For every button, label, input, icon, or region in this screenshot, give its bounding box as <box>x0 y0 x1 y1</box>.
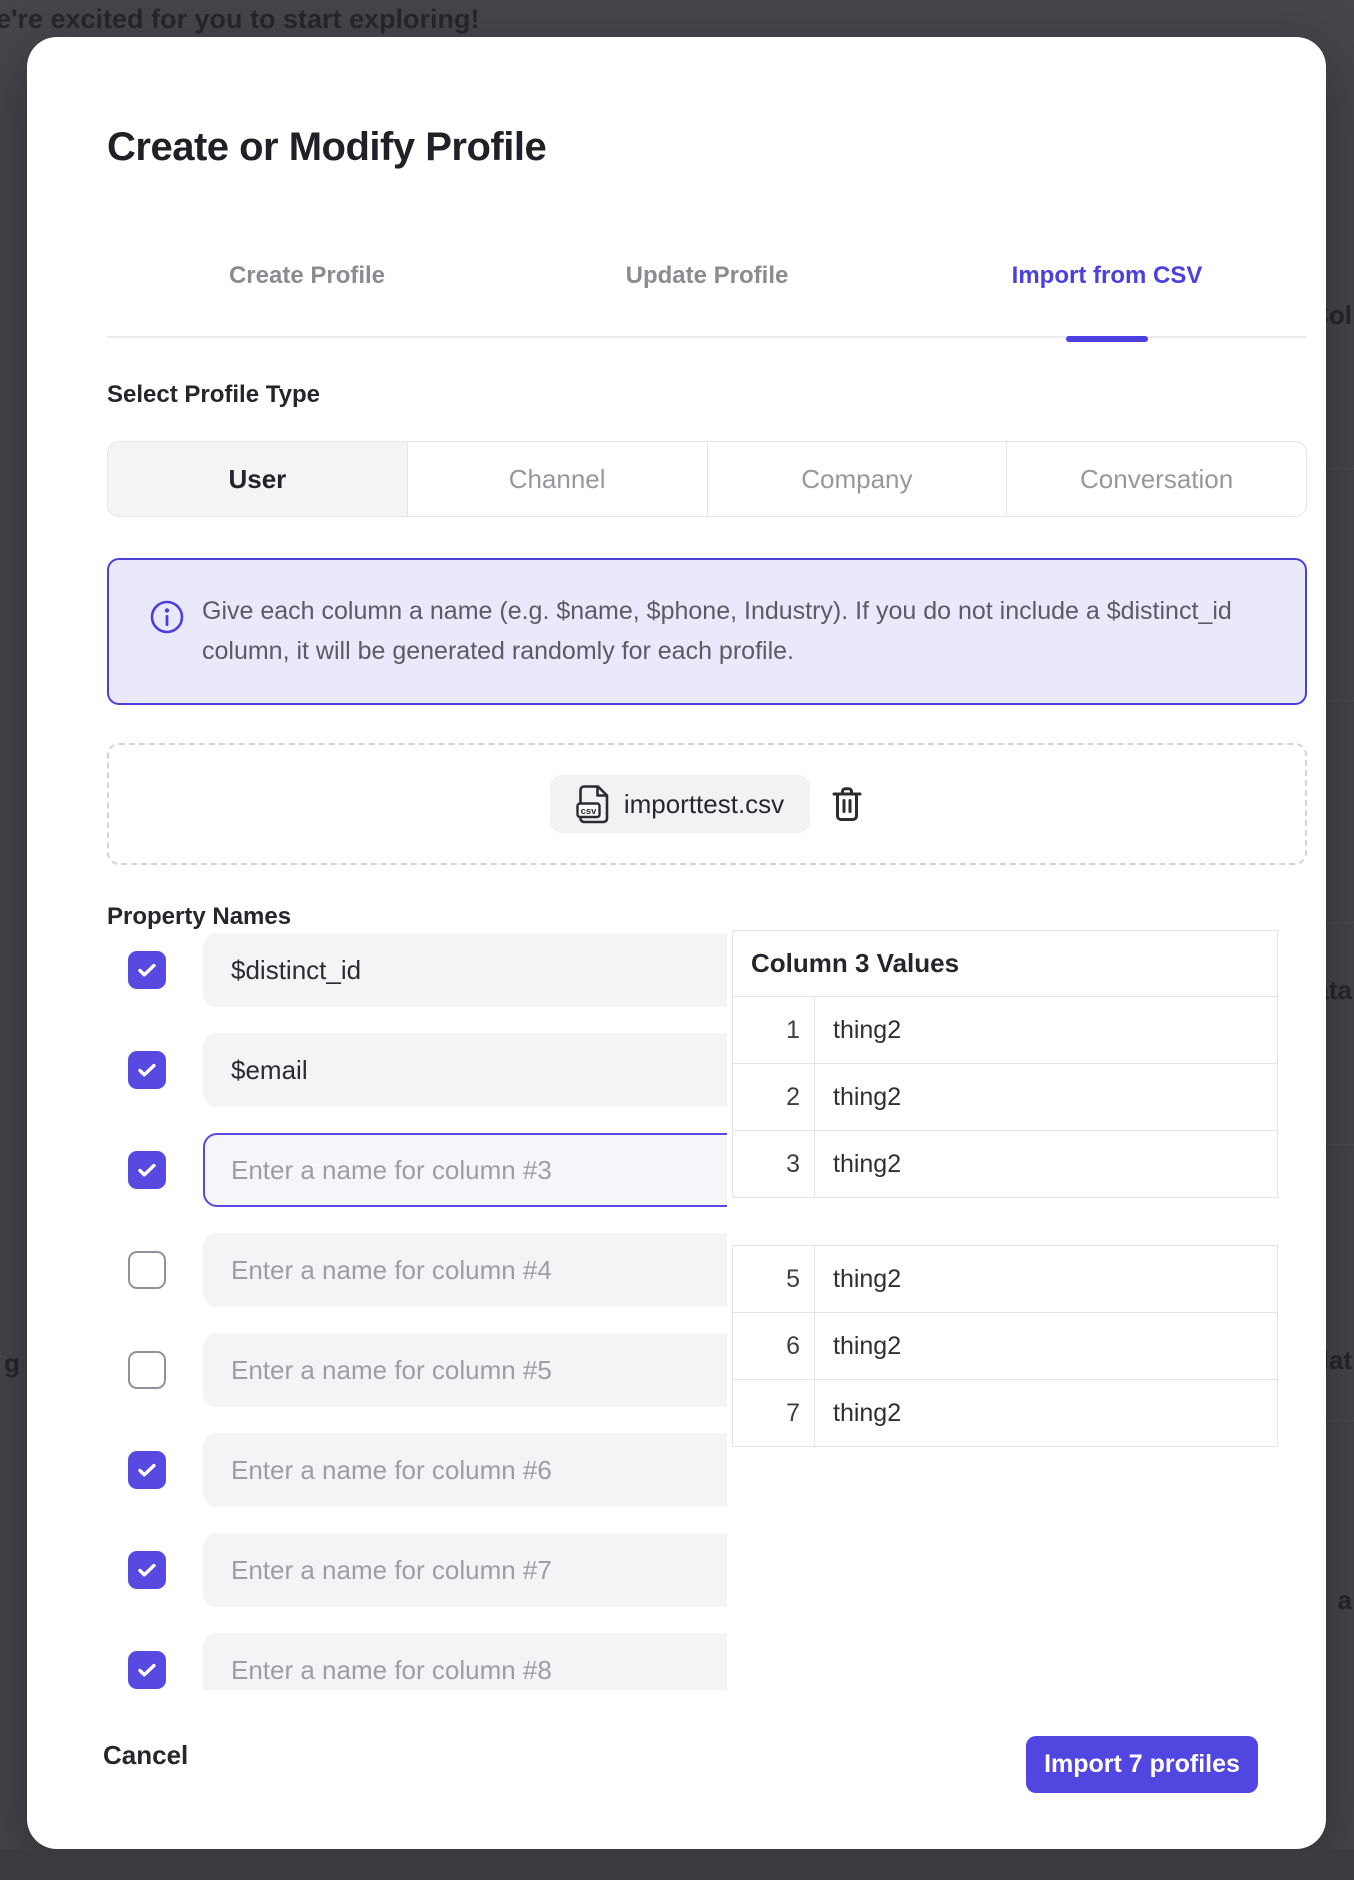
delete-file-button[interactable] <box>832 786 864 822</box>
tab-create-profile[interactable]: Create Profile <box>107 262 507 290</box>
property-name-input-6[interactable] <box>203 1433 727 1507</box>
property-checkbox-6[interactable] <box>128 1451 166 1489</box>
create-or-modify-profile-modal: Create or Modify Profile Create ProfileU… <box>27 37 1326 1849</box>
value-row-value: thing2 <box>815 1313 1278 1380</box>
column-values-header: Column 3 Values <box>733 931 1278 997</box>
value-row-3: 3thing2 <box>733 1131 1278 1198</box>
property-name-input-7[interactable] <box>203 1533 727 1607</box>
property-checkbox-3[interactable] <box>128 1151 166 1189</box>
info-banner: Give each column a name (e.g. $name, $ph… <box>107 558 1307 705</box>
value-row-6: 6thing2 <box>733 1313 1278 1380</box>
profile-type-conversation[interactable]: Conversation <box>1006 442 1306 516</box>
tab-import-from-csv[interactable]: Import from CSV <box>907 262 1307 290</box>
property-name-input-3[interactable] <box>203 1133 727 1207</box>
tab-update-profile[interactable]: Update Profile <box>507 262 907 290</box>
profile-type-segmented-control: UserChannelCompanyConversation <box>107 441 1307 517</box>
checkmark-icon <box>135 1158 159 1182</box>
profile-type-user[interactable]: User <box>108 442 407 516</box>
cancel-button[interactable]: Cancel <box>103 1740 188 1771</box>
modal-tabs: Create ProfileUpdate ProfileImport from … <box>107 262 1307 338</box>
property-name-input-4[interactable] <box>203 1233 727 1307</box>
value-row-index: 6 <box>733 1313 815 1380</box>
checkmark-icon <box>135 1058 159 1082</box>
info-banner-text: Give each column a name (e.g. $name, $ph… <box>202 591 1262 671</box>
value-row-value: thing2 <box>815 997 1278 1064</box>
value-row-value: thing2 <box>815 1064 1278 1131</box>
background-page-text: e're excited for you to start exploring! <box>0 4 480 35</box>
value-row-index: 3 <box>733 1131 815 1198</box>
value-row-index: 7 <box>733 1380 815 1447</box>
value-row-value: thing2 <box>815 1131 1278 1198</box>
background-bottom-edge <box>0 1849 1354 1880</box>
value-row-7: 7thing2 <box>733 1380 1278 1447</box>
property-checkbox-2[interactable] <box>128 1051 166 1089</box>
value-row-index: 1 <box>733 997 815 1064</box>
value-row-index: 5 <box>733 1246 815 1313</box>
import-profiles-button[interactable]: Import 7 profiles <box>1026 1736 1258 1793</box>
profile-type-label: Select Profile Type <box>107 381 320 409</box>
property-row-7 <box>107 1533 727 1607</box>
property-name-input-8[interactable] <box>203 1633 727 1690</box>
checkmark-icon <box>135 1458 159 1482</box>
property-row-6 <box>107 1433 727 1507</box>
background-right-edge: Col ata lat a <box>1326 0 1354 1880</box>
property-checkbox-7[interactable] <box>128 1551 166 1589</box>
value-row-value: thing2 <box>815 1246 1278 1313</box>
value-row-5: 5thing2 <box>733 1246 1278 1313</box>
profile-type-channel[interactable]: Channel <box>407 442 707 516</box>
background-text-fragment: lat <box>1326 1345 1352 1376</box>
uploaded-file-chip[interactable]: csv importtest.csv <box>550 775 810 833</box>
background-text-fragment: Col <box>1326 300 1352 331</box>
column-values-table-bottom: 5thing26thing27thing2 <box>732 1245 1278 1447</box>
value-row-index: 2 <box>733 1064 815 1131</box>
property-checkbox-5[interactable] <box>128 1351 166 1389</box>
profile-type-company[interactable]: Company <box>707 442 1007 516</box>
property-names-label: Property Names <box>107 903 291 931</box>
csv-dropzone[interactable]: csv importtest.csv <box>107 743 1307 865</box>
property-names-list <box>107 933 727 1690</box>
info-icon <box>150 600 184 634</box>
column-values-table-top: Column 3 Values 1thing22thing23thing2 <box>732 930 1278 1198</box>
checkmark-icon <box>135 1558 159 1582</box>
property-checkbox-4[interactable] <box>128 1251 166 1289</box>
uploaded-file-name: importtest.csv <box>624 789 784 820</box>
checkmark-icon <box>135 958 159 982</box>
property-row-2 <box>107 1033 727 1107</box>
property-row-3 <box>107 1133 727 1207</box>
svg-text:csv: csv <box>580 806 597 817</box>
property-checkbox-8[interactable] <box>128 1651 166 1689</box>
value-row-2: 2thing2 <box>733 1064 1278 1131</box>
background-left-edge: g <box>0 0 27 1880</box>
csv-file-icon: csv <box>576 784 610 824</box>
property-checkbox-1[interactable] <box>128 951 166 989</box>
checkmark-icon <box>135 1658 159 1682</box>
modal-title: Create or Modify Profile <box>107 125 546 170</box>
value-row-value: thing2 <box>815 1380 1278 1447</box>
property-row-8 <box>107 1633 727 1690</box>
background-text-fragment: a <box>1338 1585 1352 1616</box>
property-name-input-5[interactable] <box>203 1333 727 1407</box>
property-name-input-2[interactable] <box>203 1033 727 1107</box>
property-row-4 <box>107 1233 727 1307</box>
property-row-1 <box>107 933 727 1007</box>
value-row-1: 1thing2 <box>733 997 1278 1064</box>
trash-icon <box>832 786 862 822</box>
property-name-input-1[interactable] <box>203 933 727 1007</box>
background-text-fragment: g <box>4 1348 20 1379</box>
background-text-fragment: ata <box>1326 975 1352 1006</box>
property-row-5 <box>107 1333 727 1407</box>
